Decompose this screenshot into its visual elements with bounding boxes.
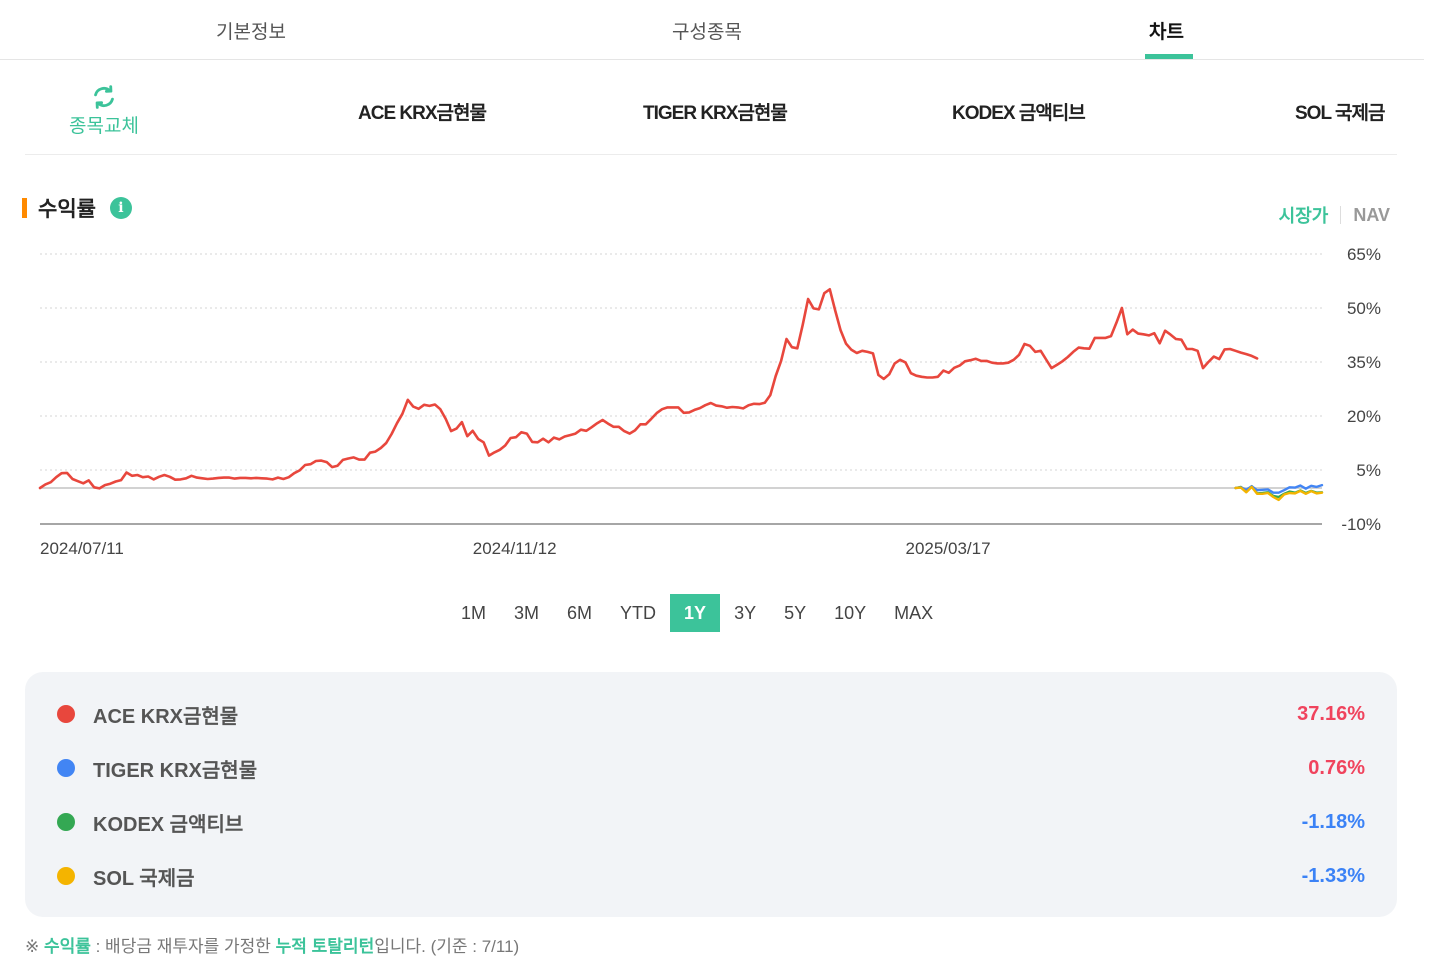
series-color-dot	[57, 813, 75, 831]
market-price-toggle[interactable]: 시장가	[1279, 202, 1329, 228]
y-tick-label: 65%	[1347, 245, 1381, 264]
y-tick-label: 35%	[1347, 353, 1381, 372]
footnote-suffix: 입니다. (기준 : 7/11)	[374, 937, 520, 956]
compare-etf-bar: 종목교체 ACE KRX금현물 TIGER KRX금현물 KODEX 금액티브 …	[25, 60, 1397, 155]
section-title-text: 수익률	[38, 197, 96, 221]
legend-row: TIGER KRX금현물 0.76%	[25, 753, 1397, 783]
nav-toggle[interactable]: NAV	[1353, 205, 1390, 226]
legend-value: 0.76%	[1308, 756, 1365, 779]
x-tick-label: 2024/07/11	[40, 539, 124, 558]
series-color-dot	[57, 867, 75, 885]
return-chart: 65% 50% 35% 20% 5% -10% 2024/07/11 2024/11/12 20…	[38, 245, 1381, 558]
compare-etf-name[interactable]: KODEX 금액티브	[952, 98, 1086, 125]
tab-basic-info[interactable]: 기본정보	[216, 17, 286, 44]
series-color-dot	[57, 705, 75, 723]
y-tick-label: -10%	[1341, 515, 1381, 534]
range-button-max[interactable]: MAX	[880, 594, 947, 632]
x-tick-label: 2024/11/12	[473, 539, 557, 558]
legend-value: 37.16%	[1297, 702, 1365, 725]
legend-name: TIGER KRX금현물	[93, 759, 258, 782]
compare-etf-name[interactable]: SOL 국제금	[1295, 98, 1385, 125]
footnote-text: : 배당금 재투자를 가정한	[90, 937, 276, 956]
y-tick-label: 20%	[1347, 407, 1381, 426]
compare-etf-name[interactable]: ACE KRX금현물	[358, 98, 487, 125]
section-title: 수익률 i	[22, 195, 132, 221]
swap-etf-label: 종목교체	[69, 116, 139, 137]
compare-etf-name[interactable]: TIGER KRX금현물	[643, 98, 788, 125]
range-button-5y[interactable]: 5Y	[770, 594, 820, 632]
top-tabs: 기본정보 구성종목 차트	[0, 0, 1424, 60]
range-selector: 1M 3M 6M YTD 1Y 3Y 5Y 10Y MAX	[447, 594, 947, 632]
footnote-term-return[interactable]: 수익률	[44, 937, 91, 956]
range-button-10y[interactable]: 10Y	[820, 594, 880, 632]
x-tick-label: 2025/03/17	[905, 539, 990, 558]
range-button-3y[interactable]: 3Y	[720, 594, 770, 632]
legend-name: SOL 국제금	[93, 867, 195, 890]
toggle-divider	[1340, 206, 1342, 224]
series-line	[38, 287, 1259, 490]
legend-name: ACE KRX금현물	[93, 705, 239, 728]
series-color-dot	[57, 759, 75, 777]
y-tick-label: 50%	[1347, 299, 1381, 318]
title-accent-bar	[22, 197, 27, 218]
refresh-icon	[94, 85, 114, 109]
range-button-1m[interactable]: 1M	[447, 594, 500, 632]
swap-etf-button[interactable]: 종목교체	[69, 84, 139, 138]
range-button-3m[interactable]: 3M	[500, 594, 553, 632]
range-button-ytd[interactable]: YTD	[606, 594, 670, 632]
range-button-6m[interactable]: 6M	[553, 594, 606, 632]
range-button-1y[interactable]: 1Y	[670, 594, 721, 632]
legend-row: ACE KRX금현물 37.16%	[25, 699, 1397, 729]
tab-holdings[interactable]: 구성종목	[672, 17, 742, 44]
y-tick-label: 5%	[1356, 461, 1381, 480]
legend-row: KODEX 금액티브 -1.18%	[25, 807, 1397, 837]
legend-panel: ACE KRX금현물 37.16% TIGER KRX금현물 0.76% KOD…	[25, 672, 1397, 917]
footnote-term-total-return[interactable]: 누적 토탈리턴	[276, 937, 375, 956]
legend-value: -1.33%	[1301, 864, 1365, 887]
legend-row: SOL 국제금 -1.33%	[25, 861, 1397, 891]
footnote: ※ 수익률 : 배당금 재투자를 가정한 누적 토탈리턴입니다. (기준 : 7…	[25, 932, 519, 957]
footnote-prefix: ※	[25, 937, 44, 956]
legend-value: -1.18%	[1301, 810, 1365, 833]
info-icon[interactable]: i	[109, 196, 132, 219]
legend-name: KODEX 금액티브	[93, 813, 244, 836]
active-tab-indicator	[1145, 54, 1193, 59]
price-type-toggle: 시장가 NAV	[1279, 202, 1390, 228]
tab-chart[interactable]: 차트	[1149, 17, 1184, 44]
